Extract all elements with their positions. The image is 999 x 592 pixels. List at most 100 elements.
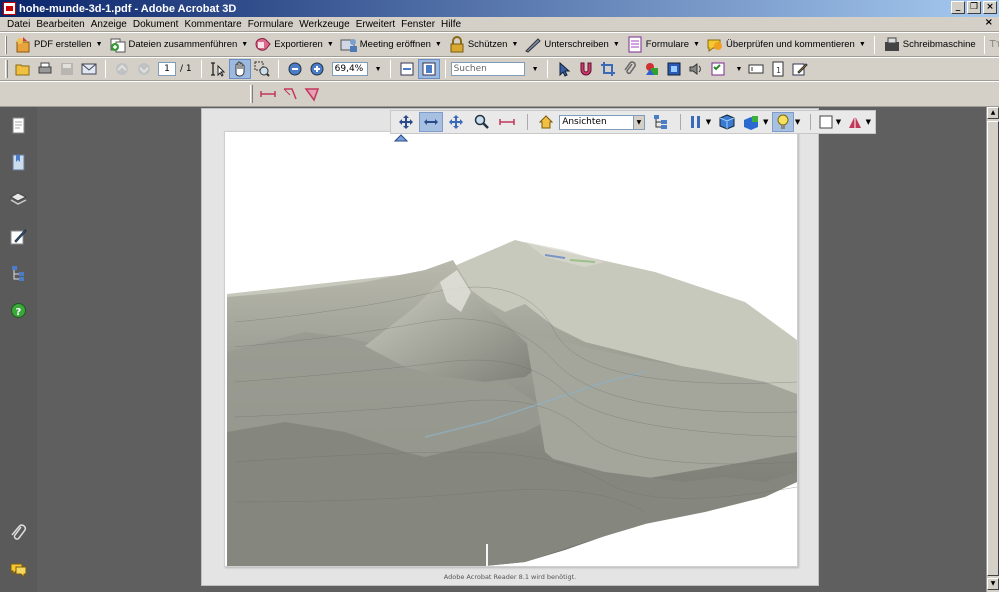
page-number-field-button[interactable]: 1 bbox=[767, 59, 789, 79]
attach-tool-button[interactable] bbox=[619, 59, 641, 79]
pages-icon[interactable] bbox=[10, 117, 27, 134]
next-page-button[interactable] bbox=[133, 59, 155, 79]
scroll-thumb[interactable] bbox=[987, 121, 999, 576]
zoom-dropdown[interactable]: ▼ bbox=[368, 59, 385, 79]
form-field-dropdown[interactable]: ▼ bbox=[729, 59, 746, 79]
perimeter-tool-button[interactable] bbox=[279, 84, 301, 104]
background-color-button[interactable] bbox=[817, 112, 835, 132]
schuetzen-button[interactable]: Schützen ▼ bbox=[445, 35, 522, 55]
model-tree-toggle-button[interactable] bbox=[649, 112, 672, 132]
pdf-erstellen-label: PDF erstellen bbox=[34, 39, 92, 50]
email-button[interactable] bbox=[78, 59, 100, 79]
print-button[interactable] bbox=[34, 59, 56, 79]
unterschreiben-button[interactable]: Unterschreiben ▼ bbox=[521, 35, 622, 55]
form-field-button[interactable] bbox=[707, 59, 729, 79]
default-view-button[interactable] bbox=[534, 112, 557, 132]
views-dropdown[interactable]: Ansichten ▼ bbox=[559, 114, 645, 130]
terrain-3d-model[interactable] bbox=[225, 132, 798, 567]
pan-button[interactable] bbox=[445, 112, 468, 132]
menu-bearbeiten[interactable]: Bearbeiten bbox=[33, 19, 87, 30]
text-field-button[interactable] bbox=[745, 59, 767, 79]
scroll-up-button[interactable]: ▲ bbox=[987, 107, 999, 119]
menu-datei[interactable]: Datei bbox=[4, 19, 33, 30]
signatures-icon[interactable] bbox=[10, 228, 27, 245]
sound-tool-button[interactable] bbox=[685, 59, 707, 79]
restore-button[interactable]: ❐ bbox=[967, 1, 981, 14]
distance-tool-button[interactable] bbox=[257, 84, 279, 104]
search-dropdown[interactable]: ▼ bbox=[525, 59, 542, 79]
menu-werkzeuge[interactable]: Werkzeuge bbox=[296, 19, 352, 30]
menu-erweitert[interactable]: Erweitert bbox=[353, 19, 398, 30]
bookmarks-icon[interactable] bbox=[10, 154, 27, 171]
chevron-down-icon[interactable]: ▼ bbox=[866, 118, 871, 126]
rotate-button[interactable] bbox=[394, 112, 417, 132]
document-area[interactable]: Ansichten ▼ ▼ ▼ ▼ ▼ ▼ Adobe Acrobat Read… bbox=[37, 107, 986, 592]
select-tool-button[interactable] bbox=[207, 59, 229, 79]
select-object-button[interactable] bbox=[553, 59, 575, 79]
flash-tool-button[interactable] bbox=[663, 59, 685, 79]
ueberpruefen-button[interactable]: Überprüfen und kommentieren ▼ bbox=[703, 35, 869, 55]
hand-tool-button[interactable] bbox=[228, 59, 251, 79]
fit-page-button[interactable] bbox=[417, 59, 440, 79]
attachments-icon[interactable] bbox=[10, 524, 27, 541]
area-tool-button[interactable] bbox=[301, 84, 323, 104]
menu-kommentare[interactable]: Kommentare bbox=[181, 19, 244, 30]
chevron-down-icon[interactable]: ▼ bbox=[763, 118, 768, 126]
chevron-down-icon[interactable]: ▼ bbox=[795, 118, 800, 126]
text-size-down-button[interactable]: Tт bbox=[990, 35, 999, 55]
help-icon[interactable]: ? bbox=[10, 302, 27, 319]
vertical-scrollbar[interactable]: ▲ ▼ bbox=[986, 107, 999, 592]
toolbar-grip[interactable] bbox=[5, 35, 7, 54]
cross-section-button[interactable] bbox=[845, 112, 864, 132]
link-tool-button[interactable] bbox=[575, 59, 597, 79]
zoom-3d-button[interactable] bbox=[470, 112, 493, 132]
menu-dokument[interactable]: Dokument bbox=[130, 19, 182, 30]
lighting-button[interactable] bbox=[772, 112, 794, 132]
text-small-icon: Tт bbox=[989, 38, 999, 50]
previous-page-button[interactable] bbox=[111, 59, 133, 79]
projection-button[interactable] bbox=[715, 112, 738, 132]
fit-page-icon bbox=[422, 62, 436, 76]
schreibmaschine-button[interactable]: Schreibmaschine bbox=[880, 35, 979, 55]
zoom-out-button[interactable] bbox=[284, 59, 306, 79]
menu-fenster[interactable]: Fenster bbox=[398, 19, 438, 30]
page-number-input[interactable]: 1 bbox=[158, 62, 176, 76]
toolbar-grip[interactable] bbox=[5, 60, 8, 78]
chevron-down-icon[interactable]: ▼ bbox=[706, 118, 711, 126]
scroll-down-button[interactable]: ▼ bbox=[987, 578, 999, 590]
zoom-tool-button[interactable] bbox=[251, 59, 273, 79]
minimize-button[interactable]: _ bbox=[951, 1, 965, 14]
open-button[interactable] bbox=[12, 59, 34, 79]
meeting-button[interactable]: Meeting eröffnen ▼ bbox=[337, 35, 445, 55]
comments-icon[interactable] bbox=[10, 561, 27, 578]
layers-icon[interactable] bbox=[10, 191, 27, 208]
animation-button[interactable] bbox=[687, 112, 705, 132]
zoom-in-button[interactable] bbox=[306, 59, 328, 79]
zoom-level-input[interactable]: 69,4% bbox=[331, 62, 368, 76]
edit-document-button[interactable] bbox=[789, 59, 811, 79]
3d-tool-button[interactable] bbox=[641, 59, 663, 79]
formulare-button[interactable]: Formulare ▼ bbox=[623, 35, 703, 55]
fit-width-button[interactable] bbox=[396, 59, 418, 79]
dateien-zusammenfuehren-button[interactable]: Dateien zusammenführen ▼ bbox=[106, 35, 252, 55]
menu-anzeige[interactable]: Anzeige bbox=[88, 19, 130, 30]
close-button[interactable]: × bbox=[983, 1, 997, 14]
search-input[interactable]: Suchen bbox=[450, 62, 525, 76]
review-icon bbox=[707, 39, 722, 52]
chevron-down-icon[interactable]: ▼ bbox=[836, 118, 841, 126]
render-mode-button[interactable] bbox=[741, 112, 762, 132]
menu-formulare[interactable]: Formulare bbox=[245, 19, 297, 30]
toolbar-grip[interactable] bbox=[250, 85, 253, 103]
3d-model-view[interactable] bbox=[224, 131, 798, 567]
typewriter-icon bbox=[884, 37, 899, 51]
exportieren-button[interactable]: Exportieren ▼ bbox=[251, 35, 337, 55]
toolbar-pin-icon[interactable] bbox=[394, 134, 408, 142]
walk-button[interactable] bbox=[496, 112, 519, 132]
crop-tool-button[interactable] bbox=[597, 59, 619, 79]
pdf-erstellen-button[interactable]: PDF erstellen ▼ bbox=[11, 35, 106, 55]
save-button[interactable] bbox=[56, 59, 78, 79]
menu-hilfe[interactable]: Hilfe bbox=[438, 19, 464, 30]
document-close-icon[interactable]: × bbox=[985, 17, 993, 28]
spin-button[interactable] bbox=[419, 112, 443, 132]
model-tree-icon[interactable] bbox=[10, 265, 27, 282]
